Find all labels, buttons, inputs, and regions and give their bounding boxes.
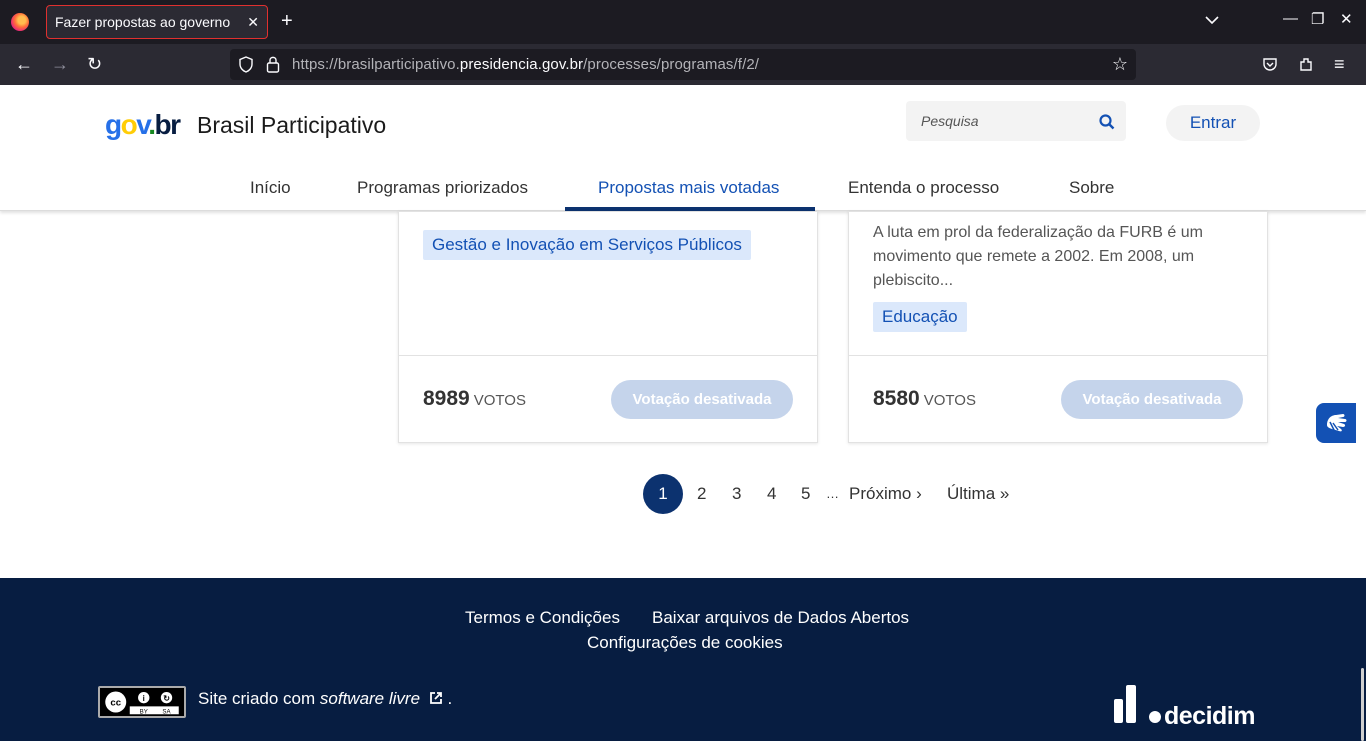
menu-icon[interactable]: ≡ (1334, 54, 1345, 74)
search-box (906, 101, 1126, 141)
pagination: 1 2 3 4 5 … Próximo › Última » (0, 474, 1366, 514)
bookmark-star-icon[interactable]: ☆ (1112, 54, 1128, 75)
software-livre-link[interactable]: software livre (320, 689, 420, 708)
window-close-icon[interactable]: ✕ (1340, 10, 1353, 28)
page-scrollbar[interactable] (1361, 668, 1364, 741)
svg-text:↻: ↻ (163, 694, 170, 703)
page-link[interactable]: 2 (697, 484, 706, 504)
minimize-icon[interactable]: — (1283, 10, 1298, 27)
decidim-logo-icon[interactable] (1112, 685, 1162, 725)
category-tag[interactable]: Educação (873, 302, 967, 332)
forward-icon[interactable]: → (51, 54, 69, 74)
site-footer: Termos e Condições Baixar arquivos de Da… (0, 578, 1366, 741)
search-input[interactable] (906, 101, 1096, 141)
page-current[interactable]: 1 (643, 474, 683, 514)
pocket-icon[interactable] (1262, 56, 1278, 72)
svg-text:cc: cc (110, 698, 121, 709)
next-page-link[interactable]: Próximo › (849, 484, 922, 504)
page-link[interactable]: 4 (767, 484, 776, 504)
page-link[interactable]: 3 (732, 484, 741, 504)
card-footer: 8989 VOTOS Votação desativada (399, 355, 817, 442)
svg-text:i: i (143, 694, 145, 703)
card-divider (849, 355, 1267, 356)
last-page-link[interactable]: Última » (947, 484, 1009, 504)
card-footer: 8580 VOTOS Votação desativada (849, 355, 1267, 442)
vote-button[interactable]: Votação desativada (1061, 380, 1243, 419)
tab-close-icon[interactable]: ✕ (247, 6, 259, 38)
page-ellipsis: … (826, 486, 839, 501)
category-tag[interactable]: Gestão e Inovação em Serviços Públicos (423, 230, 751, 260)
browser-toolbar: ← → ↻ https://brasilparticipativo.presid… (0, 44, 1366, 85)
open-data-link[interactable]: Baixar arquivos de Dados Abertos (652, 608, 909, 628)
shield-icon[interactable] (238, 56, 254, 73)
vote-count: 8580 VOTOS (873, 387, 976, 410)
page-link[interactable]: 5 (801, 484, 810, 504)
terms-link[interactable]: Termos e Condições (465, 608, 620, 628)
vlibras-accessibility-button[interactable] (1316, 403, 1356, 443)
sign-language-icon (1327, 414, 1347, 433)
vote-count: 8989 VOTOS (423, 387, 526, 410)
firefox-icon[interactable] (11, 13, 29, 31)
tab-title: Fazer propostas ao governo (55, 14, 231, 30)
restore-icon[interactable]: ❐ (1311, 10, 1324, 28)
browser-tab-bar: Fazer propostas ao governo ✕ + — ❐ ✕ (0, 0, 1366, 44)
nav-item-inicio[interactable]: Início (250, 178, 291, 198)
proposal-card[interactable]: Gestão e Inovação em Serviços Públicos 8… (398, 211, 818, 443)
card-divider (399, 355, 817, 356)
chevron-down-icon[interactable] (1204, 12, 1220, 28)
search-icon[interactable] (1099, 114, 1115, 130)
svg-text:SA: SA (162, 708, 171, 715)
nav-item-propostas[interactable]: Propostas mais votadas (598, 178, 779, 198)
site-header: gov.br Brasil Participativo Entrar Iníci… (0, 85, 1366, 211)
cookie-settings-link[interactable]: Configurações de cookies (587, 633, 783, 653)
new-tab-icon[interactable]: + (281, 10, 293, 32)
govbr-logo[interactable]: gov.br (105, 109, 181, 141)
creative-commons-by-sa-badge[interactable]: cc i ↻ BY SA (98, 686, 186, 718)
nav-item-sobre[interactable]: Sobre (1069, 178, 1114, 198)
nav-item-programas[interactable]: Programas priorizados (357, 178, 528, 198)
decidim-wordmark: decidim (1164, 702, 1255, 730)
login-button[interactable]: Entrar (1166, 105, 1260, 141)
credit-text: Site criado com software livre . (198, 689, 453, 708)
vote-button[interactable]: Votação desativada (611, 380, 793, 419)
svg-text:BY: BY (140, 708, 148, 715)
reload-icon[interactable]: ↻ (87, 54, 102, 74)
lock-icon[interactable] (266, 55, 280, 73)
proposal-description: A luta em prol da federalização da FURB … (873, 224, 1203, 289)
url-bar[interactable]: https://brasilparticipativo.presidencia.… (230, 49, 1136, 80)
browser-tab[interactable]: Fazer propostas ao governo ✕ (46, 5, 268, 39)
site-title[interactable]: Brasil Participativo (197, 112, 386, 139)
back-icon[interactable]: ← (15, 54, 33, 74)
extensions-icon[interactable] (1298, 56, 1314, 72)
external-link-icon (429, 692, 442, 704)
url-text[interactable]: https://brasilparticipativo.presidencia.… (292, 56, 759, 73)
main-nav: Início Programas priorizados Propostas m… (0, 178, 1366, 211)
proposal-card[interactable]: A luta em prol da federalização da FURB … (848, 211, 1268, 443)
nav-item-entenda[interactable]: Entenda o processo (848, 178, 999, 198)
